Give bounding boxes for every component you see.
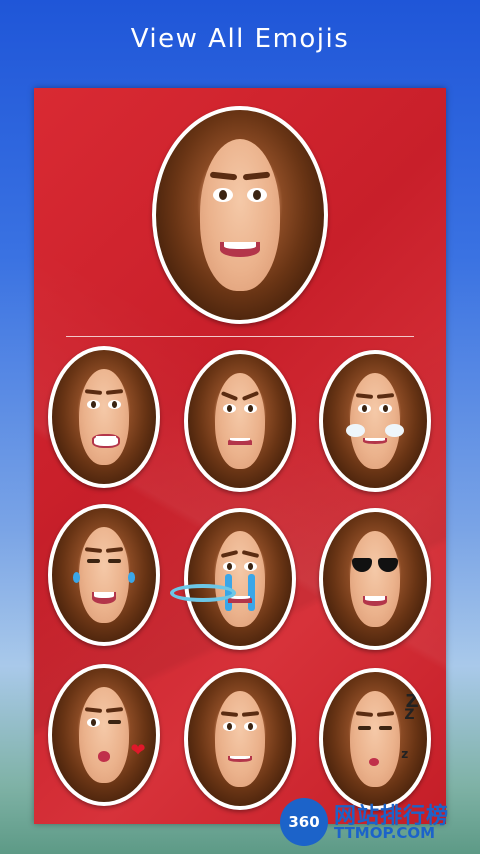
halo-icon <box>170 584 236 602</box>
emoji-steam-nose[interactable] <box>319 350 431 492</box>
emoji-panel: ❤ Z Z z <box>34 88 446 824</box>
page-title: View All Emojis <box>130 24 350 54</box>
heart-icon: ❤ <box>130 740 146 762</box>
emoji-grimace[interactable] <box>48 346 160 488</box>
sunglasses-icon <box>352 557 398 573</box>
watermark-logo: 360 <box>280 798 328 846</box>
watermark-sub: TTMOP.COM <box>334 824 436 842</box>
preview-emoji <box>152 106 328 324</box>
emoji-angry[interactable] <box>184 350 296 492</box>
emoji-sunglasses[interactable] <box>319 508 431 650</box>
emoji-crying[interactable] <box>184 508 296 650</box>
watermark: 360 网站排行榜 TTMOP.COM <box>280 796 476 848</box>
divider <box>66 336 414 337</box>
emoji-sleeping[interactable]: Z Z z <box>319 668 431 810</box>
emoji-angel-halo[interactable] <box>184 668 296 810</box>
emoji-kiss-wink[interactable]: ❤ <box>48 664 160 806</box>
emoji-laugh-tears[interactable] <box>48 504 160 646</box>
